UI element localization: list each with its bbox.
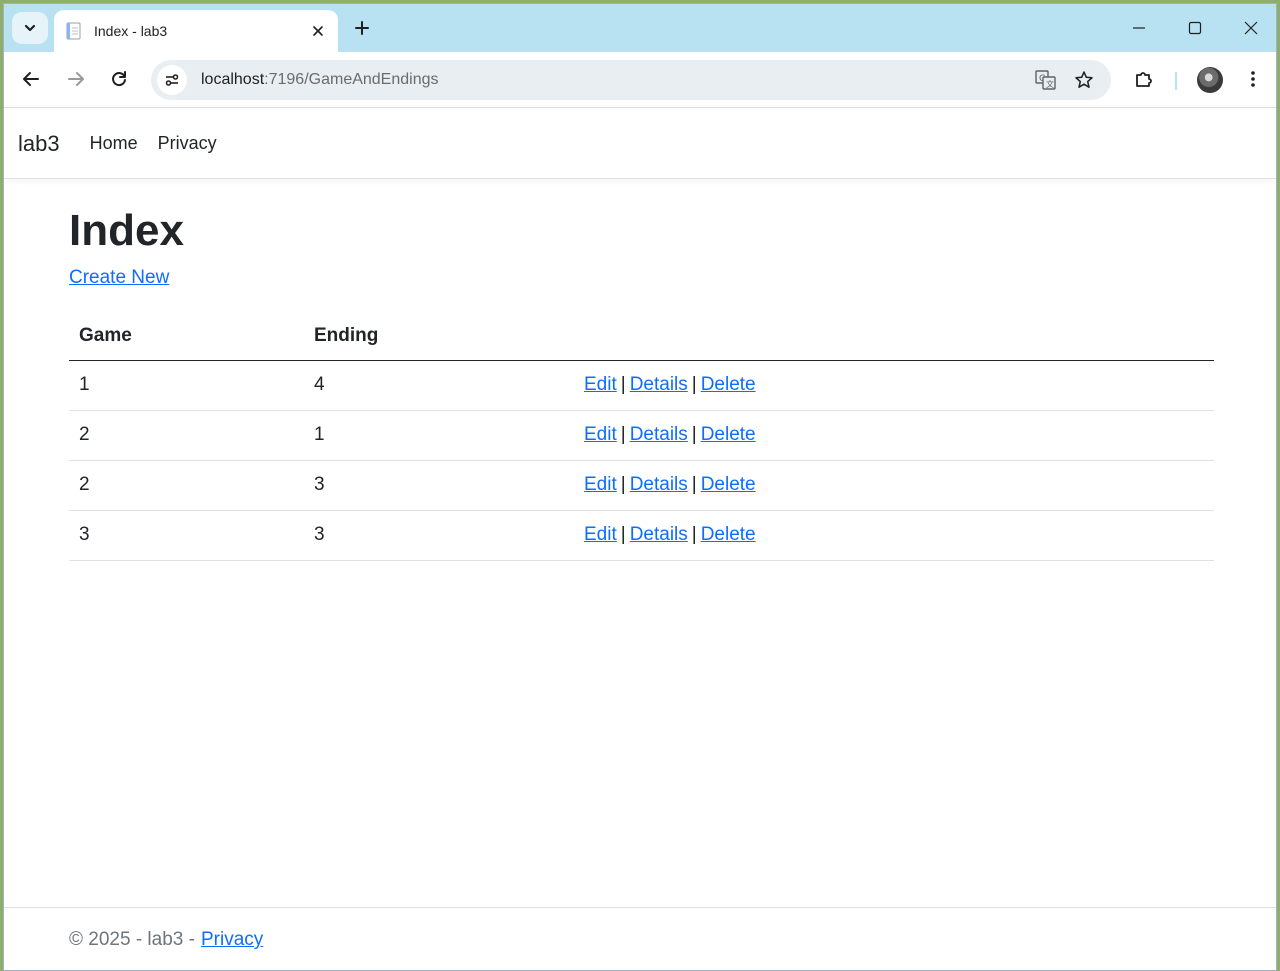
more-menu-button[interactable]: [1236, 62, 1270, 96]
browser-toolbar: localhost:7196/GameAndEndings G文: [4, 52, 1276, 108]
details-link[interactable]: Details: [630, 424, 688, 445]
forward-arrow-icon: [68, 72, 84, 86]
table-row: 3 3 Edit | Details | Delete: [69, 510, 1214, 561]
delete-link[interactable]: Delete: [701, 424, 756, 445]
column-header-actions: [574, 313, 1214, 361]
extensions-button[interactable]: [1127, 62, 1161, 96]
forward-button[interactable]: [59, 62, 93, 96]
details-link[interactable]: Details: [630, 474, 688, 495]
maximize-button[interactable]: [1175, 14, 1215, 42]
profile-avatar[interactable]: [1197, 67, 1223, 93]
close-icon[interactable]: [308, 21, 328, 41]
page-title: Index: [69, 206, 184, 255]
site-footer: © 2025 - lab3 - Privacy: [4, 907, 1276, 970]
cell-ending: 4: [304, 360, 574, 411]
close-window-icon: [1244, 21, 1258, 35]
tab-search-button[interactable]: [12, 12, 48, 44]
favicon-icon: [66, 22, 82, 40]
delete-link[interactable]: Delete: [701, 474, 756, 495]
site-info-icon[interactable]: [157, 65, 187, 95]
reload-icon: [112, 71, 126, 87]
cell-actions: Edit | Details | Delete: [574, 360, 1214, 411]
nav-link-home[interactable]: Home: [90, 133, 138, 154]
chevron-down-icon: [24, 24, 36, 32]
navbar-brand[interactable]: lab3: [18, 131, 60, 157]
toolbar-divider: [1175, 72, 1177, 90]
table-row: 1 4 Edit | Details | Delete: [69, 360, 1214, 411]
minimize-icon: [1133, 27, 1145, 29]
translate-icon[interactable]: G文: [1029, 63, 1063, 97]
plus-icon: [355, 21, 369, 35]
table-header-row: Game Ending: [69, 313, 1214, 361]
url-text[interactable]: localhost:7196/GameAndEndings: [201, 71, 1029, 89]
table-row: 2 3 Edit | Details | Delete: [69, 460, 1214, 511]
back-arrow-icon: [23, 72, 39, 86]
edit-link[interactable]: Edit: [584, 374, 617, 395]
cell-game: 2: [69, 460, 304, 511]
site-navbar: lab3 Home Privacy: [4, 109, 1276, 179]
separator: |: [620, 424, 626, 445]
active-tab[interactable]: Index - lab3: [54, 10, 338, 52]
star-icon[interactable]: [1067, 63, 1101, 97]
cell-game: 1: [69, 360, 304, 411]
reload-button[interactable]: [102, 62, 136, 96]
url-host: localhost: [201, 71, 265, 88]
separator: |: [691, 424, 697, 445]
footer-privacy-link[interactable]: Privacy: [201, 929, 263, 951]
details-link[interactable]: Details: [630, 524, 688, 545]
separator: |: [691, 374, 697, 395]
create-new-link[interactable]: Create New: [69, 267, 169, 289]
cell-ending: 1: [304, 410, 574, 461]
extensions-icon: [1136, 72, 1152, 87]
minimize-button[interactable]: [1119, 14, 1159, 42]
cell-actions: Edit | Details | Delete: [574, 510, 1214, 561]
separator: |: [620, 474, 626, 495]
delete-link[interactable]: Delete: [701, 524, 756, 545]
separator: |: [620, 374, 626, 395]
game-endings-table: Game Ending 1 4 Edit | Details | Delete 2: [69, 313, 1214, 561]
cell-actions: Edit | Details | Delete: [574, 410, 1214, 461]
separator: |: [691, 524, 697, 545]
svg-text:文: 文: [1046, 79, 1054, 89]
maximize-icon: [1188, 21, 1202, 35]
url-path: :7196/GameAndEndings: [264, 71, 439, 88]
edit-link[interactable]: Edit: [584, 474, 617, 495]
tab-title: Index - lab3: [94, 23, 168, 39]
back-button[interactable]: [14, 62, 48, 96]
delete-link[interactable]: Delete: [701, 374, 756, 395]
cell-ending: 3: [304, 510, 574, 561]
column-header-game: Game: [69, 313, 304, 361]
edit-link[interactable]: Edit: [584, 424, 617, 445]
column-header-ending: Ending: [304, 313, 574, 361]
more-vert-icon: [1251, 71, 1255, 87]
nav-link-privacy[interactable]: Privacy: [158, 133, 217, 154]
tab-strip: Index - lab3: [4, 4, 1276, 52]
close-window-button[interactable]: [1231, 14, 1271, 42]
separator: |: [691, 474, 697, 495]
cell-actions: Edit | Details | Delete: [574, 460, 1214, 511]
footer-copyright: © 2025 - lab3 -: [69, 929, 195, 950]
main-content: Index Create New Game Ending 1 4 Edit|: [69, 201, 1214, 561]
edit-link[interactable]: Edit: [584, 524, 617, 545]
separator: |: [620, 524, 626, 545]
cell-game: 2: [69, 410, 304, 461]
table-row: 2 1 Edit | Details | Delete: [69, 410, 1214, 461]
address-bar[interactable]: localhost:7196/GameAndEndings G文: [151, 60, 1111, 100]
browser-window: Index - lab3 localhost:7196/GameAndEndin…: [3, 3, 1277, 971]
page-viewport: lab3 Home Privacy Index Create New Game …: [4, 109, 1276, 970]
details-link[interactable]: Details: [630, 374, 688, 395]
cell-ending: 3: [304, 460, 574, 511]
cell-game: 3: [69, 510, 304, 561]
new-tab-button[interactable]: [348, 14, 376, 42]
